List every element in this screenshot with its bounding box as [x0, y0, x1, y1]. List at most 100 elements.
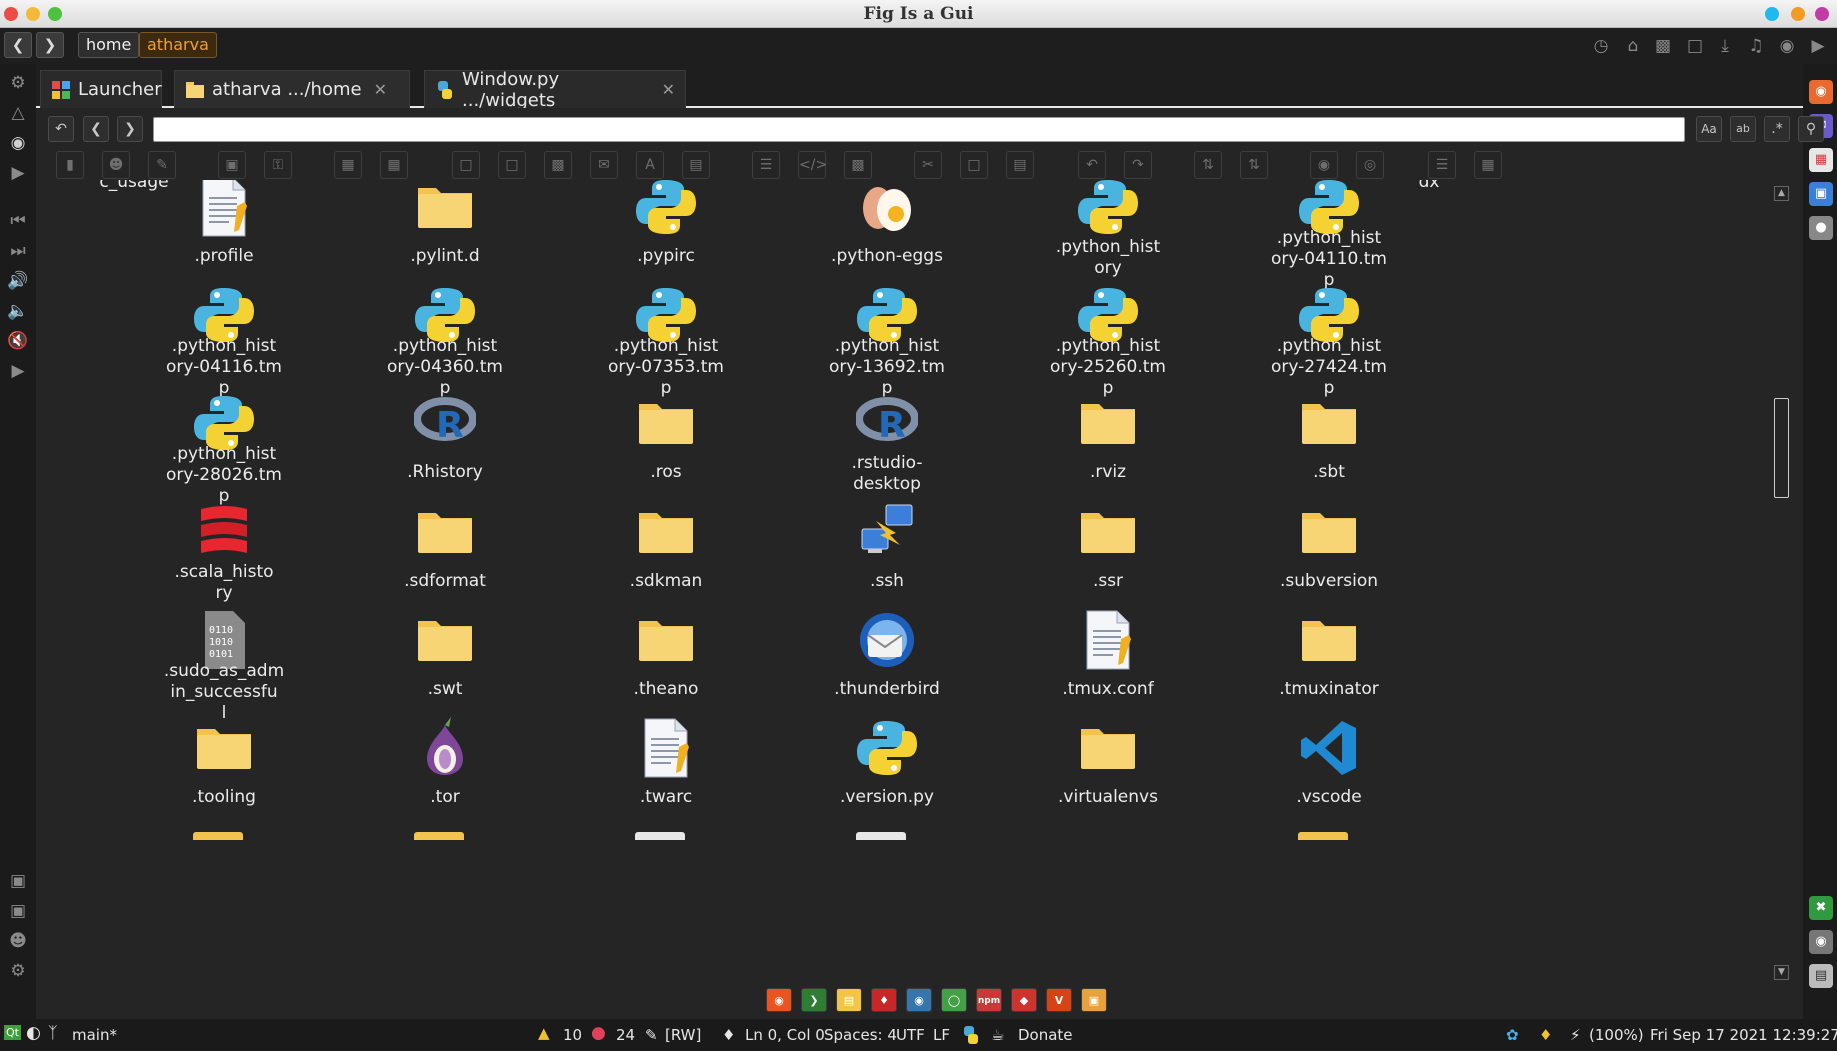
bug-icon[interactable]: ⚙ — [7, 72, 29, 94]
close-icon[interactable]: ✕ — [662, 80, 675, 99]
mode-label[interactable]: [RW] — [665, 1026, 701, 1044]
terminal-icon[interactable]: ❯ — [801, 988, 827, 1012]
undo-icon[interactable]: ↶ — [1078, 151, 1106, 179]
scroll-down-button[interactable]: ▼ — [1774, 965, 1789, 980]
partial-item[interactable] — [414, 832, 464, 840]
camera-icon[interactable]: ◉ — [1776, 36, 1798, 56]
play-icon[interactable]: ▶ — [7, 360, 29, 382]
key-icon[interactable]: ⚿ — [264, 151, 292, 179]
volume-down-icon[interactable]: 🔈 — [7, 300, 29, 322]
path-input[interactable] — [153, 117, 1685, 142]
code-icon[interactable]: </> — [798, 151, 827, 179]
scroll-thumb[interactable] — [1774, 398, 1789, 498]
list-view-icon[interactable]: ☰ — [1428, 151, 1456, 179]
mute-icon[interactable]: 🔇 — [7, 330, 29, 352]
package-icon[interactable]: ▣ — [1081, 988, 1107, 1012]
breadcrumb-home[interactable]: home — [78, 32, 140, 58]
sort-asc-icon[interactable]: ⇅ — [1194, 151, 1222, 179]
file-item[interactable]: .virtualenvs — [1018, 721, 1198, 846]
wine-icon[interactable]: ♦ — [871, 988, 897, 1012]
vertical-scrollbar[interactable]: ▲ ▼ — [1774, 180, 1803, 982]
hide-hidden-icon[interactable]: ◎ — [1356, 151, 1384, 179]
mail-icon[interactable]: ✉ — [590, 151, 618, 179]
twitter-icon[interactable]: ✿ — [1506, 1026, 1519, 1044]
show-hidden-icon[interactable]: ◉ — [1310, 151, 1338, 179]
firefox-icon[interactable]: ◉ — [1809, 80, 1833, 104]
partial-item[interactable] — [856, 832, 906, 840]
undo-nav-icon[interactable]: ↶ — [48, 116, 74, 142]
screenshot-icon[interactable]: ▣ — [7, 870, 29, 892]
regex-icon[interactable]: .* — [1764, 116, 1790, 142]
screen-record-icon[interactable]: ▣ — [7, 900, 29, 922]
tab-home[interactable]: atharva .../home ✕ — [174, 70, 410, 108]
back-button[interactable]: ❮ — [4, 32, 32, 58]
python-icon[interactable] — [961, 1025, 981, 1049]
whole-word-icon[interactable]: ab — [1730, 116, 1756, 142]
close-icon[interactable]: ✕ — [374, 80, 387, 99]
indentation[interactable]: Spaces: 4 — [824, 1026, 897, 1044]
blue-dot[interactable] — [1765, 7, 1779, 21]
forward-icon[interactable]: ❯ — [117, 116, 143, 142]
ubuntu-icon[interactable]: ◉ — [766, 988, 792, 1012]
window-icon[interactable]: ▦ — [334, 151, 362, 179]
redo-icon[interactable]: ↷ — [1124, 151, 1152, 179]
previous-track-icon[interactable]: ⏮ — [7, 210, 29, 232]
branch-label[interactable]: main* — [72, 1026, 117, 1044]
volume-up-icon[interactable]: 🔊 — [7, 270, 29, 292]
sliders-icon[interactable]: ☰ — [752, 151, 780, 179]
python-icon[interactable]: ◉ — [906, 988, 932, 1012]
bookmark-icon[interactable]: ▮ — [56, 151, 84, 179]
next-track-icon[interactable]: ⏭ — [7, 240, 29, 262]
contrast-icon[interactable]: ◐ — [26, 1023, 41, 1043]
new-file-icon[interactable]: □ — [452, 151, 480, 179]
music-icon[interactable]: ♫ — [1745, 36, 1767, 56]
search-icon[interactable]: ⚲ — [1798, 116, 1824, 142]
tab-launcher[interactable]: Launcher — [40, 70, 162, 108]
gamepad-icon[interactable]: ● — [1809, 216, 1833, 240]
donate-link[interactable]: Donate — [1018, 1026, 1073, 1044]
file-item[interactable]: .vscode — [1239, 721, 1419, 846]
encoding[interactable]: UTF — [896, 1026, 925, 1044]
notes-icon[interactable]: ▤ — [836, 988, 862, 1012]
rename-icon[interactable]: A — [636, 151, 664, 179]
partial-item[interactable] — [635, 832, 685, 840]
tools-icon[interactable]: ✖ — [1809, 896, 1833, 920]
copy-file-icon[interactable]: □ — [498, 151, 526, 179]
home-icon[interactable]: ⌂ — [1622, 36, 1644, 56]
files-icon[interactable]: ▣ — [1809, 182, 1833, 206]
download-icon[interactable]: ⤓ — [1714, 36, 1736, 56]
partial-item[interactable] — [1298, 832, 1348, 840]
npm-icon[interactable]: npm — [976, 988, 1002, 1012]
document-icon[interactable]: □ — [1684, 36, 1706, 56]
scroll-up-button[interactable]: ▲ — [1774, 186, 1789, 201]
line-ending[interactable]: LF — [933, 1026, 950, 1044]
account-icon[interactable]: ☻ — [7, 930, 29, 952]
ruby-icon[interactable]: ◆ — [1011, 988, 1037, 1012]
cut-icon[interactable]: ✂ — [914, 151, 942, 179]
open-folder-icon[interactable]: ▩ — [844, 151, 872, 179]
flask-icon[interactable]: △ — [7, 102, 29, 124]
partial-item[interactable] — [193, 832, 243, 840]
window-alt-icon[interactable]: ▦ — [380, 151, 408, 179]
github-icon[interactable]: ◉ — [7, 132, 29, 154]
match-case-icon[interactable]: Aa — [1696, 116, 1722, 142]
purple-dot[interactable] — [1815, 7, 1829, 21]
delete-icon[interactable]: ▤ — [682, 151, 710, 179]
sort-desc-icon[interactable]: ⇅ — [1240, 151, 1268, 179]
new-folder-icon[interactable]: ▩ — [544, 151, 572, 179]
calendar-icon[interactable]: ▦ — [1809, 148, 1833, 172]
lock-icon[interactable]: ▣ — [218, 151, 246, 179]
file-item[interactable]: .twarc — [576, 718, 756, 846]
run-icon[interactable]: ▶ — [7, 162, 29, 184]
notification-bell-icon[interactable]: ♦ — [1539, 1026, 1552, 1044]
sync-icon[interactable]: ◯ — [941, 988, 967, 1012]
trash-icon[interactable]: ▤ — [1809, 964, 1833, 988]
errors-count[interactable]: 24 — [616, 1026, 635, 1044]
edit-icon[interactable]: ✎ — [148, 151, 176, 179]
file-item[interactable]: .tooling — [134, 721, 314, 846]
file-item[interactable]: .tor — [355, 717, 535, 846]
paste-icon[interactable]: ▤ — [1006, 151, 1034, 179]
vim-icon[interactable]: V — [1046, 988, 1072, 1012]
grid-view-icon[interactable]: ▦ — [1474, 151, 1502, 179]
file-item[interactable]: .version.py — [797, 721, 977, 846]
